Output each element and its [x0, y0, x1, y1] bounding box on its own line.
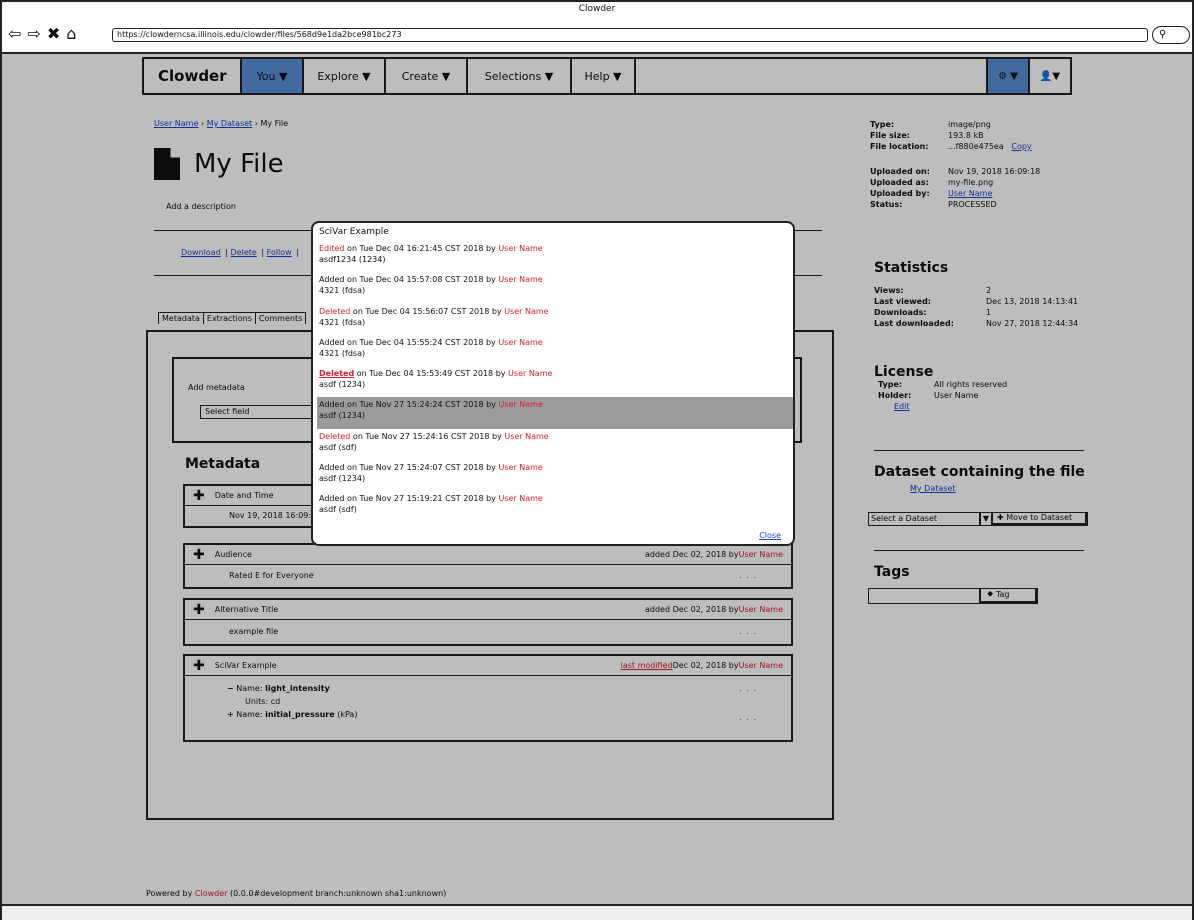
history-user-link[interactable]: User Name [498, 463, 542, 472]
history-user-link[interactable]: User Name [508, 369, 552, 378]
close-button[interactable]: Close [759, 531, 781, 540]
history-value: asdf (1234) [319, 474, 366, 484]
history-entry[interactable]: Added on Tue Dec 04 15:57:08 CST 2018 by… [317, 272, 793, 303]
history-entry[interactable]: Added on Tue Dec 04 15:55:24 CST 2018 by… [317, 335, 793, 366]
history-value: asdf (sdf) [319, 505, 357, 515]
browser-nav: ⇦ ⇨ ✖ ⌂ [8, 24, 76, 44]
history-user-link[interactable]: User Name [498, 494, 542, 503]
history-action: Deleted [319, 369, 355, 379]
stop-icon[interactable]: ✖ [47, 24, 60, 44]
history-value: asdf (sdf) [319, 442, 357, 452]
history-entry[interactable]: Added on Tue Nov 27 15:19:21 CST 2018 by… [317, 491, 793, 522]
history-action: Added [319, 463, 345, 473]
history-entry[interactable]: Deleted on Tue Dec 04 15:56:07 CST 2018 … [317, 304, 793, 335]
history-action: Added [319, 337, 345, 347]
history-modal: SciVar Example Edited on Tue Dec 04 16:2… [311, 221, 795, 546]
history-user-link[interactable]: User Name [498, 338, 542, 347]
history-user-link[interactable]: User Name [504, 432, 548, 441]
history-action: Added [319, 494, 345, 504]
history-action: Added [319, 400, 345, 410]
modal-title: SciVar Example [319, 227, 389, 237]
back-icon[interactable]: ⇦ [8, 24, 21, 44]
history-action: Edited [319, 244, 345, 253]
history-action: Deleted [319, 306, 351, 316]
browser-window: Clowder ⇦ ⇨ ✖ ⌂ https://clowderncsa.illi… [0, 0, 1194, 920]
history-action: Added [319, 275, 345, 285]
history-entry[interactable]: Deleted on Tue Dec 04 15:53:49 CST 2018 … [317, 366, 793, 397]
search-icon[interactable]: ⚲ [1152, 26, 1190, 44]
history-entry[interactable]: Added on Tue Nov 27 15:24:24 CST 2018 by… [317, 397, 793, 429]
history-entry[interactable]: Added on Tue Nov 27 15:24:07 CST 2018 by… [317, 460, 793, 491]
history-entry[interactable]: Deleted on Tue Nov 27 15:24:16 CST 2018 … [317, 429, 793, 460]
forward-icon[interactable]: ⇨ [27, 24, 40, 44]
history-value: 4321 (fdsa) [319, 317, 366, 327]
history-user-link[interactable]: User Name [498, 244, 542, 253]
history-entry[interactable]: Edited on Tue Dec 04 16:21:45 CST 2018 b… [317, 241, 793, 272]
history-action: Deleted [319, 431, 351, 441]
history-user-link[interactable]: User Name [498, 400, 542, 409]
url-bar[interactable]: https://clowderncsa.illinois.edu/clowder… [112, 28, 1148, 42]
history-user-link[interactable]: User Name [504, 307, 548, 316]
history-value: 4321 (fdsa) [319, 286, 366, 296]
history-user-link[interactable]: User Name [498, 275, 542, 284]
history-value: asdf (1234) [319, 411, 366, 421]
window-title: Clowder [578, 4, 616, 14]
history-value: asdf (1234) [319, 380, 366, 390]
history-list: Edited on Tue Dec 04 16:21:45 CST 2018 b… [317, 241, 793, 523]
status-bar [2, 904, 1192, 920]
home-icon[interactable]: ⌂ [66, 24, 76, 44]
history-value: 4321 (fdsa) [319, 348, 366, 358]
history-value: asdf1234 (1234) [319, 255, 386, 264]
